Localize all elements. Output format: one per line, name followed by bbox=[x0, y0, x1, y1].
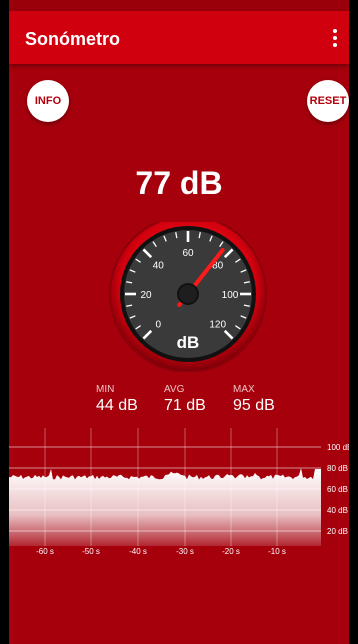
gauge-scale-label: 20 bbox=[140, 290, 152, 301]
gauge-scale-label: 100 bbox=[222, 290, 239, 301]
app-title: Sonómetro bbox=[25, 29, 121, 49]
graph-x-label: -40 s bbox=[129, 547, 147, 556]
gauge-scale-label: 60 bbox=[182, 248, 194, 259]
graph-x-label: -30 s bbox=[176, 547, 194, 556]
graph-y-label: 100 dB bbox=[327, 443, 349, 452]
gauge-unit: dB bbox=[177, 333, 200, 352]
sound-level-gauge: 020406080100120 dB bbox=[109, 222, 267, 372]
stat-avg-label: AVG bbox=[164, 384, 185, 395]
graph-y-label: 60 dB bbox=[327, 485, 348, 494]
stat-min: MIN 44 dB bbox=[96, 384, 138, 415]
graph-y-label: 40 dB bbox=[327, 506, 348, 515]
graph-x-label: -60 s bbox=[36, 547, 54, 556]
more-vert-icon[interactable] bbox=[325, 27, 345, 49]
graph-y-label: 20 dB bbox=[327, 527, 348, 536]
history-waveform bbox=[9, 468, 321, 546]
stat-max: MAX 95 dB bbox=[233, 384, 275, 415]
gauge-scale-label: 40 bbox=[153, 260, 165, 271]
status-bar bbox=[9, 0, 349, 11]
graph-x-label: -20 s bbox=[222, 547, 240, 556]
graph-x-label: -50 s bbox=[82, 547, 100, 556]
graph-x-labels: -60 s -50 s -40 s -30 s -20 s -10 s bbox=[36, 547, 286, 556]
app-screen: Sonómetro INFO RESET 77 dB 0 20 40 60 80 100 1… bbox=[9, 0, 349, 644]
info-button[interactable]: INFO bbox=[27, 80, 69, 122]
stat-avg: AVG 71 dB bbox=[164, 384, 206, 415]
reset-button[interactable]: RESET bbox=[307, 80, 349, 122]
gauge-scale-label: 120 bbox=[209, 320, 226, 331]
history-graph: 100 dB 80 dB 60 dB 40 dB 20 dB -60 s -50 s -40… bbox=[9, 428, 349, 556]
current-reading: 77 dB bbox=[135, 165, 223, 201]
gauge-hub-inner bbox=[179, 285, 197, 303]
stat-max-label: MAX bbox=[233, 384, 255, 395]
stat-min-value: 44 dB bbox=[96, 397, 138, 414]
app-bar: Sonómetro bbox=[9, 11, 349, 64]
graph-y-labels: 100 dB 80 dB 60 dB 40 dB 20 dB bbox=[327, 443, 349, 536]
gauge-scale-label: 0 bbox=[156, 320, 162, 331]
stat-min-label: MIN bbox=[96, 384, 115, 395]
graph-y-label: 80 dB bbox=[327, 464, 348, 473]
graph-x-label: -10 s bbox=[268, 547, 286, 556]
stat-avg-value: 71 dB bbox=[164, 397, 206, 414]
stat-max-value: 95 dB bbox=[233, 397, 275, 414]
